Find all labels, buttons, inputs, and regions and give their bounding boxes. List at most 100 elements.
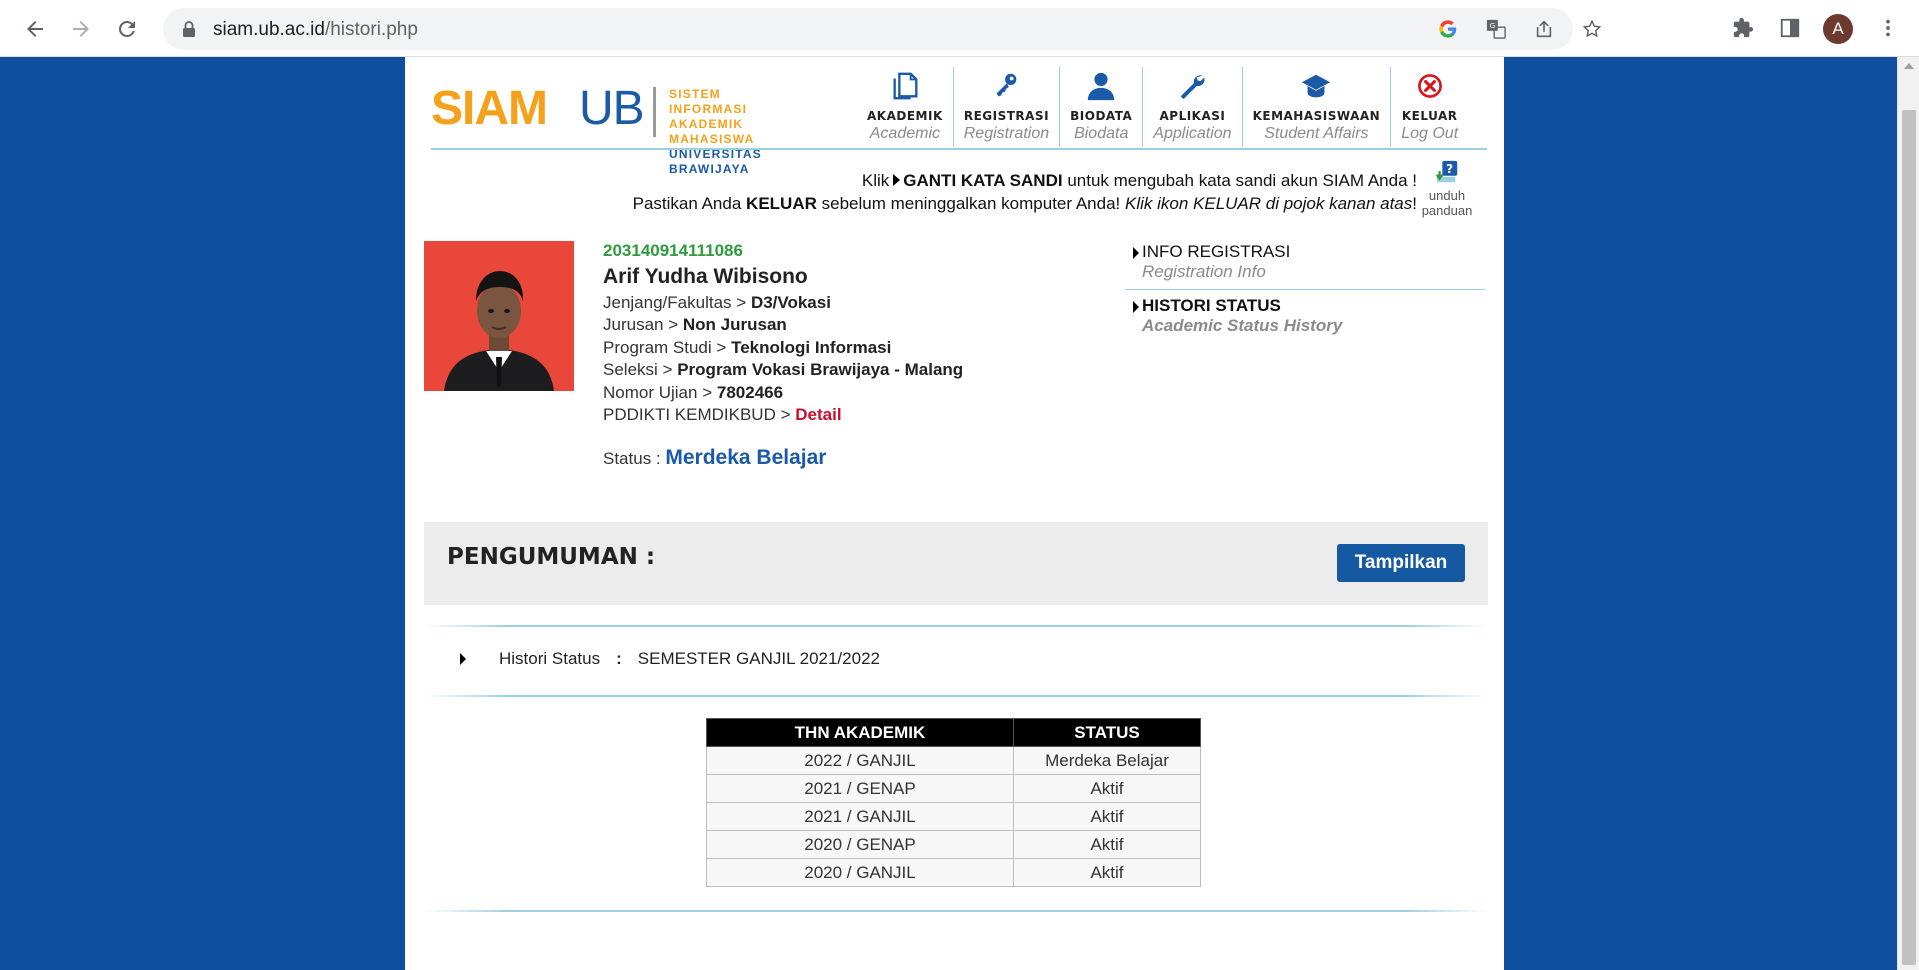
- histori-semester: SEMESTER GANJIL 2021/2022: [637, 649, 880, 668]
- scroll-thumb[interactable]: [1902, 110, 1916, 965]
- side-link-title: HISTORI STATUS: [1142, 296, 1281, 315]
- menu-registrasi[interactable]: REGISTRASI Registration: [954, 67, 1061, 147]
- student-name: Arif Yudha Wibisono: [603, 264, 808, 288]
- cell-tahun: 2020 / GENAP: [706, 830, 1014, 859]
- side-panel-icon[interactable]: [1778, 16, 1802, 40]
- separator: >: [702, 382, 713, 402]
- address-bar[interactable]: siam.ub.ac.id/histori.php G: [163, 8, 1602, 50]
- close-circle-icon: [1413, 69, 1447, 103]
- cell-tahun: 2022 / GANJIL: [706, 746, 1014, 775]
- logo-subtitle: SISTEM INFORMASI AKADEMIK MAHASISWA UNIV…: [669, 87, 771, 177]
- table-row: 2022 / GANJIL Merdeka Belajar: [706, 746, 1201, 775]
- cell-tahun: 2021 / GENAP: [706, 774, 1014, 803]
- lock-icon: [183, 21, 195, 37]
- cell-tahun: 2021 / GANJIL: [706, 802, 1014, 831]
- document-icon: [888, 69, 922, 103]
- menu-kemahasiswaan[interactable]: KEMAHASISWAAN Student Affairs: [1243, 67, 1392, 147]
- menu-keluar[interactable]: KELUAR Log Out: [1391, 67, 1468, 147]
- bookmark-star-icon[interactable]: [1581, 18, 1603, 40]
- triangle-right-icon: [1133, 247, 1139, 259]
- histori-status-link[interactable]: HISTORI STATUS Academic Status History: [1125, 296, 1485, 336]
- menu-sublabel: Registration: [963, 125, 1050, 142]
- profile-row-nomor-ujian: Nomor Ujian > 7802466: [603, 382, 963, 405]
- key-icon: [989, 69, 1023, 103]
- column-header-status: STATUS: [1013, 718, 1201, 747]
- separator: >: [662, 360, 673, 379]
- menu-akademik[interactable]: AKADEMIK Academic: [857, 67, 954, 147]
- divider: [424, 910, 1488, 912]
- status-label: Status :: [603, 448, 661, 468]
- field-value: 7802466: [716, 382, 784, 402]
- logo-ub-text: UB: [579, 82, 645, 135]
- menu-sublabel: Academic: [869, 125, 940, 142]
- cell-status: Aktif: [1013, 774, 1201, 803]
- field-value: Program Vokasi Brawijaya - Malang: [677, 360, 964, 379]
- histori-status-header: Histori Status: SEMESTER GANJIL 2021/2022: [460, 649, 880, 669]
- logo-siam-text: SIAM: [431, 82, 548, 135]
- field-value: Non Jurusan: [682, 315, 787, 334]
- reload-button[interactable]: [112, 14, 142, 44]
- cell-status: Aktif: [1013, 802, 1201, 831]
- forward-button[interactable]: [66, 14, 96, 44]
- notice-italic: Klik ikon KELUAR di pojok kanan atas: [1125, 194, 1413, 213]
- show-announcement-button[interactable]: Tampilkan: [1337, 544, 1465, 582]
- header-divider: [431, 148, 1487, 150]
- side-link-subtitle: Academic Status History: [1142, 316, 1343, 335]
- field-label: PDDIKTI KEMDIKBUD: [603, 405, 776, 424]
- scroll-up-arrow-icon[interactable]: [1904, 63, 1914, 69]
- table-row: 2021 / GENAP Aktif: [706, 774, 1201, 803]
- share-icon[interactable]: [1533, 18, 1555, 40]
- panduan-label: panduan: [1421, 203, 1473, 218]
- menu-label: KELUAR: [1401, 109, 1458, 123]
- notice-text: sebelum meninggalkan komputer Anda!: [821, 194, 1121, 213]
- profile-row-prodi: Program Studi > Teknologi Informasi: [603, 337, 963, 360]
- back-button[interactable]: [20, 14, 50, 44]
- translate-icon[interactable]: G: [1485, 18, 1507, 40]
- menu-sublabel: Biodata: [1074, 125, 1129, 142]
- siamub-logo[interactable]: SIAM UB SISTEM INFORMASI AKADEMIK MAHASI…: [431, 79, 771, 176]
- field-label: Seleksi: [603, 360, 658, 379]
- divider: [424, 695, 1488, 697]
- field-label: Jurusan: [603, 315, 664, 334]
- menu-label: KEMAHASISWAAN: [1252, 109, 1381, 123]
- svg-text:G: G: [1490, 21, 1496, 30]
- cell-status: Merdeka Belajar: [1013, 746, 1201, 775]
- status-row: Status : Merdeka Belajar: [603, 445, 963, 471]
- main-menu: AKADEMIK Academic REGISTRASI Registratio…: [857, 67, 1468, 157]
- profile-avatar[interactable]: A: [1823, 14, 1853, 44]
- menu-label: APLIKASI: [1159, 109, 1226, 123]
- menu-biodata[interactable]: BIODATA Biodata: [1060, 67, 1144, 147]
- browser-toolbar: siam.ub.ac.id/histori.php G A: [0, 0, 1919, 57]
- announcement-title: PENGUMUMAN :: [447, 544, 656, 570]
- change-password-link[interactable]: GANTI KATA SANDI: [903, 171, 1062, 190]
- arrow-right-icon: [73, 21, 89, 37]
- arrow-left-icon: [27, 21, 43, 37]
- separator: >: [780, 405, 791, 424]
- menu-label: BIODATA: [1070, 109, 1133, 123]
- page-scrollbar[interactable]: [1897, 57, 1919, 970]
- menu-sublabel: Student Affairs: [1264, 125, 1369, 142]
- download-guide-link[interactable]: ? unduh panduan: [1415, 160, 1479, 218]
- field-value: Teknologi Informasi: [731, 337, 892, 357]
- info-registrasi-link[interactable]: INFO REGISTRASI Registration Info: [1125, 242, 1485, 282]
- help-book-icon: ?: [1435, 160, 1458, 183]
- pddikti-detail-link[interactable]: Detail: [795, 405, 841, 424]
- cell-status: Aktif: [1013, 858, 1201, 887]
- google-lens-icon[interactable]: [1437, 18, 1459, 40]
- extensions-puzzle-icon[interactable]: [1731, 16, 1755, 40]
- status-value: Merdeka Belajar: [665, 445, 827, 469]
- menu-aplikasi[interactable]: APLIKASI Application: [1143, 67, 1243, 147]
- histori-label: Histori Status: [499, 649, 601, 668]
- side-link-title: INFO REGISTRASI: [1142, 242, 1291, 261]
- url-text: siam.ub.ac.id/histori.php: [213, 19, 418, 40]
- profile-row-seleksi: Seleksi > Program Vokasi Brawijaya - Mal…: [603, 359, 963, 382]
- kebab-menu-icon[interactable]: [1876, 16, 1900, 40]
- notice-text: Pastikan Anda: [632, 194, 742, 213]
- profile-row-jurusan: Jurusan > Non Jurusan: [603, 314, 963, 337]
- notice-bold: KELUAR: [746, 194, 817, 213]
- logo-divider: [653, 87, 656, 137]
- password-notice: Klik GANTI KATA SANDI untuk mengubah kata…: [633, 169, 1417, 215]
- notice-line-1: Klik GANTI KATA SANDI untuk mengubah kata…: [633, 169, 1417, 192]
- side-divider: [1125, 289, 1485, 290]
- student-photo: [424, 241, 574, 391]
